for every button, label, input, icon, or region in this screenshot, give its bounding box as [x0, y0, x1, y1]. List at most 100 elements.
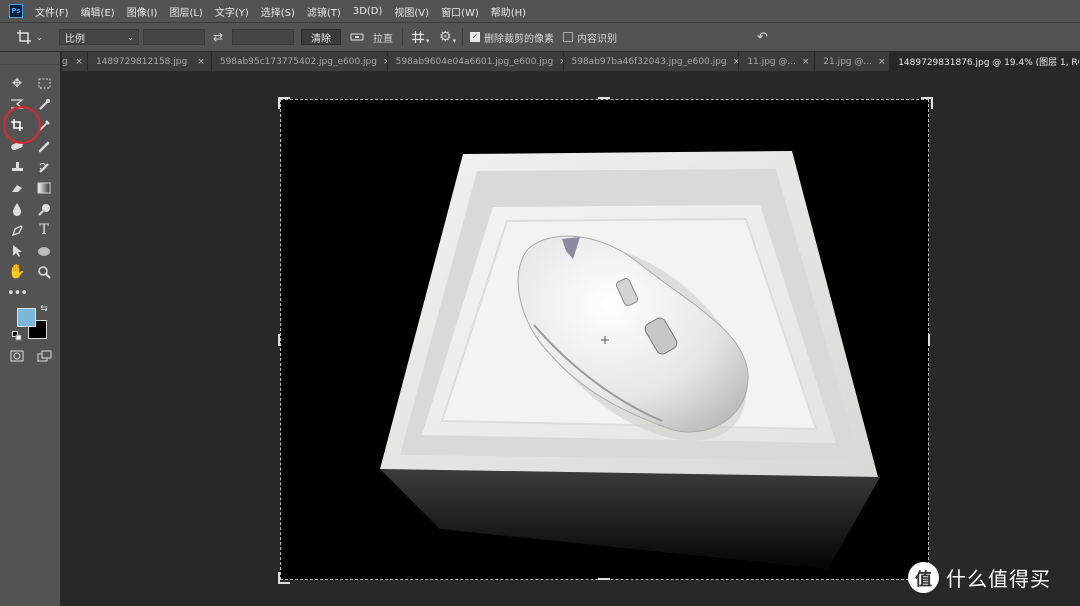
chevron-down-icon: ▾	[426, 37, 430, 45]
clone-stamp-tool-icon[interactable]	[8, 159, 26, 175]
crop-icon	[17, 30, 31, 44]
watermark-logo-icon: 值	[908, 562, 939, 593]
content-aware-label: 内容识别	[577, 33, 617, 45]
gradient-tool-icon[interactable]	[35, 180, 53, 196]
tab-label: g	[62, 56, 68, 67]
tab-label: 598ab9604e04a6601.jpg_e600.jpg	[395, 56, 554, 67]
gear-icon: ⚙	[439, 29, 452, 45]
checkbox-unchecked-icon	[563, 32, 573, 42]
tab-document[interactable]: 21.jpg @... ×	[815, 52, 891, 71]
options-bar: ⌄ 比例 ⌄ ⇄ 清除 拉直 ▾ ⚙ ▾ ✓ 删除裁剪的像素 内容识别 ↶	[0, 22, 1080, 52]
dodge-tool-icon[interactable]	[35, 201, 53, 217]
tab-document[interactable]: 1489729812158.jpg ×	[88, 52, 212, 71]
menu-help[interactable]: 帮助(H)	[485, 4, 532, 19]
crop-handle-top-right[interactable]	[921, 97, 933, 109]
menu-select[interactable]: 选择(S)	[255, 4, 301, 19]
delete-cropped-pixels-label: 删除裁剪的像素	[484, 33, 554, 45]
brush-tool-icon[interactable]	[35, 138, 53, 154]
crop-handle-top[interactable]	[598, 97, 610, 99]
tab-document[interactable]: 598ab9604e04a6601.jpg_e600.jpg ×	[388, 52, 564, 71]
overlay-grid-button[interactable]: ▾	[411, 29, 430, 45]
tab-label: 1489729812158.jpg	[95, 56, 188, 67]
watermark-text: 什么值得买	[946, 567, 1051, 591]
divider	[402, 28, 403, 46]
default-colors-icon[interactable]	[11, 330, 23, 342]
blur-tool-icon[interactable]	[8, 201, 26, 217]
width-input[interactable]	[143, 29, 205, 45]
type-tool-icon[interactable]: T	[35, 222, 53, 238]
menu-edit[interactable]: 编辑(E)	[75, 4, 121, 19]
highlight-circle	[3, 106, 41, 144]
marquee-tool-icon[interactable]	[35, 75, 53, 91]
screen-mode-icon[interactable]	[35, 348, 53, 364]
menu-file[interactable]: 文件(F)	[29, 4, 75, 19]
tab-label: 11.jpg @...	[747, 56, 797, 67]
toolbar-grip[interactable]	[0, 52, 60, 65]
delete-cropped-pixels-checkbox[interactable]: ✓ 删除裁剪的像素	[470, 29, 554, 45]
chevron-down-icon: ⌄	[36, 32, 43, 42]
zoom-tool-icon[interactable]	[35, 264, 53, 280]
ratio-select[interactable]: 比例 ⌄	[59, 29, 139, 45]
foreground-color-swatch[interactable]	[17, 308, 36, 327]
close-icon[interactable]: ×	[69, 57, 87, 67]
tab-document[interactable]: 11.jpg @... ×	[739, 52, 816, 71]
menu-filter[interactable]: 滤镜(T)	[301, 4, 347, 19]
close-icon[interactable]: ×	[553, 57, 562, 67]
crop-handle-top-left[interactable]	[278, 97, 290, 109]
crop-handle-right[interactable]	[928, 334, 930, 346]
height-input[interactable]	[232, 29, 294, 45]
chevron-down-icon: ⌄	[127, 32, 134, 42]
ratio-select-value: 比例	[65, 33, 85, 45]
crop-bounding-box[interactable]	[280, 99, 929, 580]
menu-window[interactable]: 窗口(W)	[435, 4, 485, 19]
history-brush-tool-icon[interactable]	[35, 159, 53, 175]
reset-icon[interactable]: ↶	[757, 29, 768, 45]
tab-label: 21.jpg @...	[823, 56, 872, 67]
tab-document[interactable]: 598ab95c173775402.jpg_e600.jpg ×	[212, 52, 388, 71]
close-icon[interactable]: ×	[377, 57, 387, 67]
swap-colors-icon[interactable]: ⇆	[38, 303, 50, 315]
ellipse-tool-icon[interactable]	[35, 243, 53, 259]
divider	[462, 28, 463, 46]
watermark: 值 什么值得买	[908, 562, 1051, 593]
crop-handle-bottom-left[interactable]	[278, 572, 290, 584]
close-icon[interactable]: ×	[872, 57, 889, 67]
path-selection-tool-icon[interactable]	[8, 243, 26, 259]
menu-image[interactable]: 图像(I)	[121, 4, 164, 19]
tab-partial[interactable]: g ×	[62, 52, 88, 71]
photoshop-logo: Ps	[9, 4, 23, 18]
clear-button[interactable]: 清除	[301, 29, 341, 45]
close-icon[interactable]: ×	[727, 57, 739, 67]
straighten-button[interactable]: 拉直	[350, 29, 393, 45]
crop-handle-left[interactable]	[278, 334, 280, 346]
tab-label: 1489729831876.jpg @ 19.4% (图层 1, RG	[898, 58, 1080, 68]
chevron-down-icon: ▾	[452, 37, 457, 45]
straighten-label: 拉直	[373, 33, 393, 45]
quick-selection-tool-icon[interactable]	[35, 96, 53, 112]
quick-mask-icon[interactable]	[8, 348, 26, 364]
crop-settings-button[interactable]: ⚙ ▾	[439, 29, 456, 45]
tab-active-document[interactable]: 1489729831876.jpg @ 19.4% (图层 1, RG	[890, 52, 1080, 71]
tab-label: 598ab97ba46f32043.jpg_e600.jpg	[571, 56, 727, 67]
menu-layer[interactable]: 图层(L)	[163, 4, 208, 19]
swap-icon[interactable]: ⇄	[211, 29, 225, 45]
eraser-tool-icon[interactable]	[8, 180, 26, 196]
level-icon	[350, 33, 364, 41]
document-tabs: g × 1489729812158.jpg × 598ab95c17377540…	[62, 52, 1080, 72]
content-aware-checkbox[interactable]: 内容识别	[563, 29, 617, 45]
menu-type[interactable]: 文字(Y)	[209, 4, 255, 19]
tool-preset-picker[interactable]: ⌄	[16, 29, 48, 45]
more-tools-icon[interactable]: •••	[7, 285, 28, 301]
move-tool-icon[interactable]: ✥	[8, 75, 26, 91]
pen-tool-icon[interactable]	[8, 222, 26, 238]
menu-view[interactable]: 视图(V)	[388, 4, 435, 19]
tab-document[interactable]: 598ab97ba46f32043.jpg_e600.jpg ×	[564, 52, 740, 71]
menu-bar: Ps 文件(F) 编辑(E) 图像(I) 图层(L) 文字(Y) 选择(S) 滤…	[0, 0, 1080, 22]
menu-3d[interactable]: 3D(D)	[347, 6, 389, 17]
tab-label: 598ab95c173775402.jpg_e600.jpg	[219, 56, 377, 67]
close-icon[interactable]: ×	[191, 57, 211, 67]
grid-icon	[412, 31, 424, 43]
close-icon[interactable]: ×	[796, 57, 814, 67]
crop-handle-bottom[interactable]	[598, 578, 610, 580]
hand-tool-icon[interactable]: ✋	[8, 264, 26, 280]
